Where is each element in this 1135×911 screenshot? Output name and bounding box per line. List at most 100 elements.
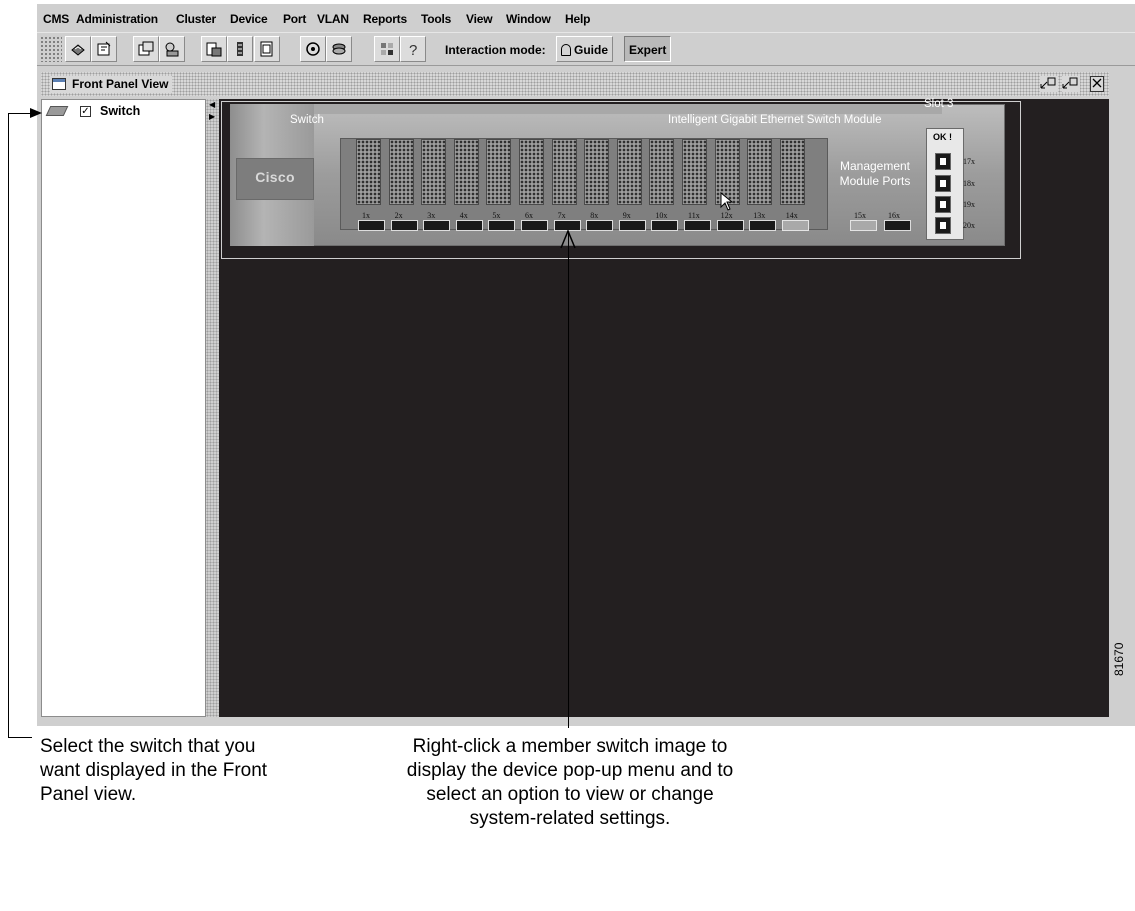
menu-vlan[interactable]: VLAN xyxy=(317,12,349,26)
expert-mode-button[interactable]: Expert xyxy=(624,36,672,62)
slot-label: Slot 3 xyxy=(924,98,954,110)
port-9x[interactable] xyxy=(618,220,646,231)
refresh-button[interactable] xyxy=(300,36,326,62)
blade-slot-13[interactable] xyxy=(747,139,773,205)
port-16x[interactable] xyxy=(884,220,911,231)
blade-slot-4[interactable] xyxy=(453,139,479,205)
callout-select-switch: Select the switch that you want displaye… xyxy=(40,736,268,805)
interaction-mode-label: Interaction mode: xyxy=(445,43,546,57)
collapse-left-icon[interactable]: ◀ xyxy=(209,101,215,109)
blade-slot-9[interactable] xyxy=(616,139,642,205)
port-label-6: 6x xyxy=(525,211,533,220)
port-2x[interactable] xyxy=(390,220,418,231)
stack-icon xyxy=(332,43,346,55)
window-icon xyxy=(138,41,154,56)
blade-slot-8[interactable] xyxy=(584,139,610,205)
status-indicator: OK ! xyxy=(933,132,952,142)
stack-view-button[interactable] xyxy=(227,36,253,62)
port-label-9: 9x xyxy=(622,211,631,220)
window-frame-icon xyxy=(52,78,66,90)
port-14x[interactable] xyxy=(781,220,809,231)
port-5x[interactable] xyxy=(488,220,516,231)
blade-slot-7[interactable] xyxy=(551,139,577,205)
toolbar-grip[interactable] xyxy=(40,36,62,62)
front-panel-title: Front Panel View xyxy=(50,76,173,93)
arrange-button[interactable] xyxy=(374,36,400,62)
port-label-8: 8x xyxy=(590,211,599,220)
blade-slot-1[interactable] xyxy=(356,139,381,205)
export-icon xyxy=(206,42,222,57)
properties-button[interactable] xyxy=(91,36,117,62)
blade-slot-6[interactable] xyxy=(519,139,544,205)
tree-node-switch[interactable]: Switch xyxy=(100,104,140,118)
menu-tools[interactable]: Tools xyxy=(421,12,451,26)
left-callout-line xyxy=(8,113,9,738)
blade-slot-5[interactable] xyxy=(486,139,512,205)
menu-administration[interactable]: Administration xyxy=(76,12,158,26)
blade-slot-2[interactable] xyxy=(388,139,414,205)
help-button[interactable]: ? xyxy=(400,36,426,62)
port-8x[interactable] xyxy=(586,220,614,231)
blade-slot-14[interactable] xyxy=(779,139,805,205)
port-label-15: 15x xyxy=(854,211,866,220)
help-icon: ? xyxy=(409,42,417,57)
port-12x[interactable] xyxy=(716,220,744,231)
grid-icon xyxy=(381,43,393,55)
port-4x[interactable] xyxy=(455,220,483,231)
cisco-logo: Cisco xyxy=(236,158,314,200)
minimize-icon[interactable] xyxy=(1062,76,1080,92)
blade-slot-10[interactable] xyxy=(649,139,675,205)
port-label-14: 14x xyxy=(785,211,798,220)
port-10x[interactable] xyxy=(651,220,679,231)
port-1x[interactable] xyxy=(358,220,385,231)
port-19x[interactable] xyxy=(935,196,951,213)
module-name-label: Intelligent Gigabit Ethernet Switch Modu… xyxy=(668,114,882,126)
left-callout-arrowhead xyxy=(30,108,42,118)
close-icon[interactable] xyxy=(1090,76,1104,92)
restore-icon[interactable] xyxy=(1040,76,1058,92)
page-icon xyxy=(260,41,273,57)
port-17x[interactable] xyxy=(935,153,951,170)
menu-view[interactable]: View xyxy=(466,12,493,26)
port-label-19: 19x xyxy=(963,200,975,209)
expand-right-icon[interactable]: ▶ xyxy=(209,113,215,121)
blade-slot-3[interactable] xyxy=(421,139,447,205)
guide-person-icon xyxy=(561,44,571,56)
menu-port[interactable]: Port xyxy=(283,12,306,26)
port-label-17: 17x xyxy=(963,157,975,166)
port-18x[interactable] xyxy=(935,175,951,192)
blade-slot-11[interactable] xyxy=(682,139,707,205)
report-button[interactable] xyxy=(254,36,280,62)
print-button[interactable] xyxy=(65,36,91,62)
device-tree-panel xyxy=(41,99,206,717)
topology-button[interactable] xyxy=(326,36,352,62)
menu-reports[interactable]: Reports xyxy=(363,12,407,26)
new-window-button[interactable] xyxy=(133,36,159,62)
column-icon xyxy=(237,42,243,56)
menu-cluster[interactable]: Cluster xyxy=(176,12,216,26)
port-label-20: 20x xyxy=(963,221,975,230)
port-6x[interactable] xyxy=(521,220,548,231)
port-label-3: 3x xyxy=(427,211,436,220)
figure-number: 81670 xyxy=(1112,642,1126,676)
settings-icon xyxy=(165,42,179,57)
menu-device[interactable]: Device xyxy=(230,12,268,26)
port-13x[interactable] xyxy=(749,220,777,231)
left-callout-bottom xyxy=(8,737,32,738)
menu-help[interactable]: Help xyxy=(565,12,590,26)
export-button[interactable] xyxy=(201,36,227,62)
front-panel-titlebar[interactable] xyxy=(41,72,1109,96)
port-15x[interactable] xyxy=(850,220,877,231)
menu-window[interactable]: Window xyxy=(506,12,551,26)
switch-checkbox[interactable]: ✓ xyxy=(80,106,91,117)
port-3x[interactable] xyxy=(423,220,451,231)
port-label-7: 7x xyxy=(557,211,566,220)
port-20x[interactable] xyxy=(935,217,951,234)
menu-cms[interactable]: CMS xyxy=(43,12,69,26)
port-11x[interactable] xyxy=(684,220,711,231)
split-pane-divider[interactable] xyxy=(206,99,219,717)
management-ports-label: Management Module Ports xyxy=(839,159,911,188)
port-label-18: 18x xyxy=(963,179,975,188)
device-settings-button[interactable] xyxy=(159,36,185,62)
guide-mode-button[interactable]: Guide xyxy=(556,36,614,62)
